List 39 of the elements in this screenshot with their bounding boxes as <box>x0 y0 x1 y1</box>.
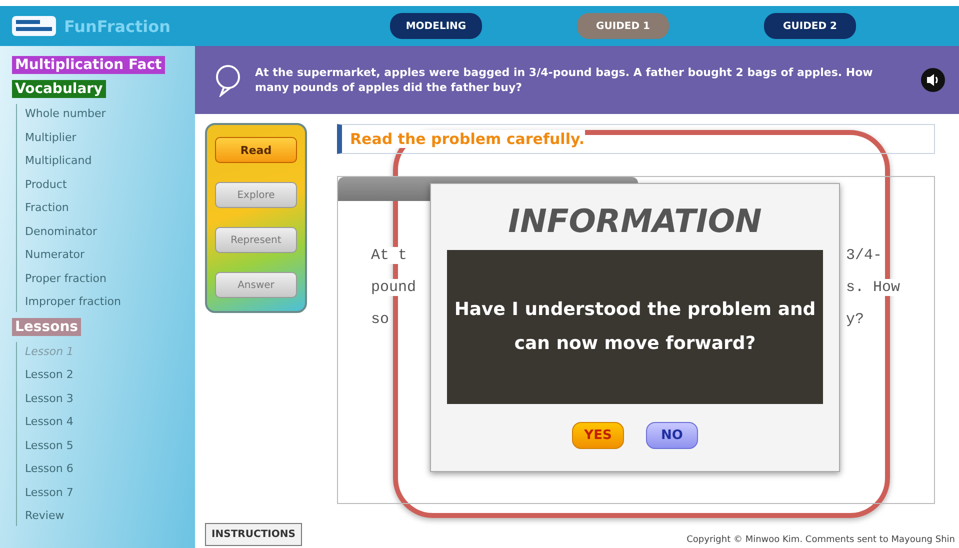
sidebar-link[interactable]: Whole number <box>25 104 195 124</box>
instruction-text: Read the problem carefully. <box>350 130 585 148</box>
sidebar-link[interactable]: Improper fraction <box>25 292 195 312</box>
sidebar-link[interactable]: Lesson 3 <box>25 388 195 408</box>
dialog-message: Have I understood the problem and can now move forward? <box>453 298 817 356</box>
section-label[interactable]: Lessons <box>12 318 81 336</box>
instructions-button[interactable]: INSTRUCTIONS <box>205 523 302 546</box>
passage-text: pound <box>371 279 416 296</box>
copyright-text: Copyright © Minwoo Kim. Comments sent to Mayoung Shin <box>686 535 955 547</box>
speaker-icon[interactable] <box>921 68 945 92</box>
logo-icon <box>12 14 56 38</box>
sidebar-link[interactable]: Product <box>25 174 195 194</box>
sidebar-link[interactable]: Multiplier <box>25 128 195 147</box>
dialog-button[interactable]: YES <box>572 422 624 449</box>
passage-text: At t <box>371 247 408 264</box>
section-label[interactable]: Multiplication Fact <box>12 56 165 74</box>
mode-tab[interactable]: GUIDED 2 <box>764 13 856 39</box>
sidebar-link[interactable]: Fraction <box>25 198 195 218</box>
sidebar-link[interactable]: Numerator <box>25 245 195 264</box>
dialog-title: INFORMATION <box>508 202 762 240</box>
sidebar-link[interactable]: Multiplicand <box>25 151 195 170</box>
sidebar-link[interactable]: Review <box>25 506 195 526</box>
app-title: FunFraction <box>64 16 171 36</box>
sidebar-link[interactable]: Lesson 7 <box>25 482 195 502</box>
sidebar-link[interactable]: Lesson 6 <box>25 459 195 478</box>
mode-tab[interactable]: GUIDED 1 <box>577 13 669 39</box>
step-button[interactable]: Read <box>215 137 297 163</box>
sidebar-link[interactable]: Lesson 2 <box>25 365 195 384</box>
passage-text: y? <box>846 311 864 328</box>
sidebar-link[interactable]: Lesson 5 <box>25 436 195 455</box>
section-label[interactable]: Vocabulary <box>12 80 106 98</box>
question-text: At the supermarket, apples were bagged in 3/4-pound bags. A father bought 2 bags of apples. How many pounds of apples did the father buy? <box>255 65 874 95</box>
sidebar-link[interactable]: Denominator <box>25 222 195 241</box>
passage-text: s. How <box>846 279 900 296</box>
speech-bubble-icon <box>215 63 241 97</box>
mode-tab[interactable]: MODELING <box>390 13 482 39</box>
sidebar-link[interactable]: Lesson 4 <box>25 412 195 432</box>
dialog-button[interactable]: NO <box>646 422 698 449</box>
sidebar-link[interactable]: Proper fraction <box>25 268 195 288</box>
